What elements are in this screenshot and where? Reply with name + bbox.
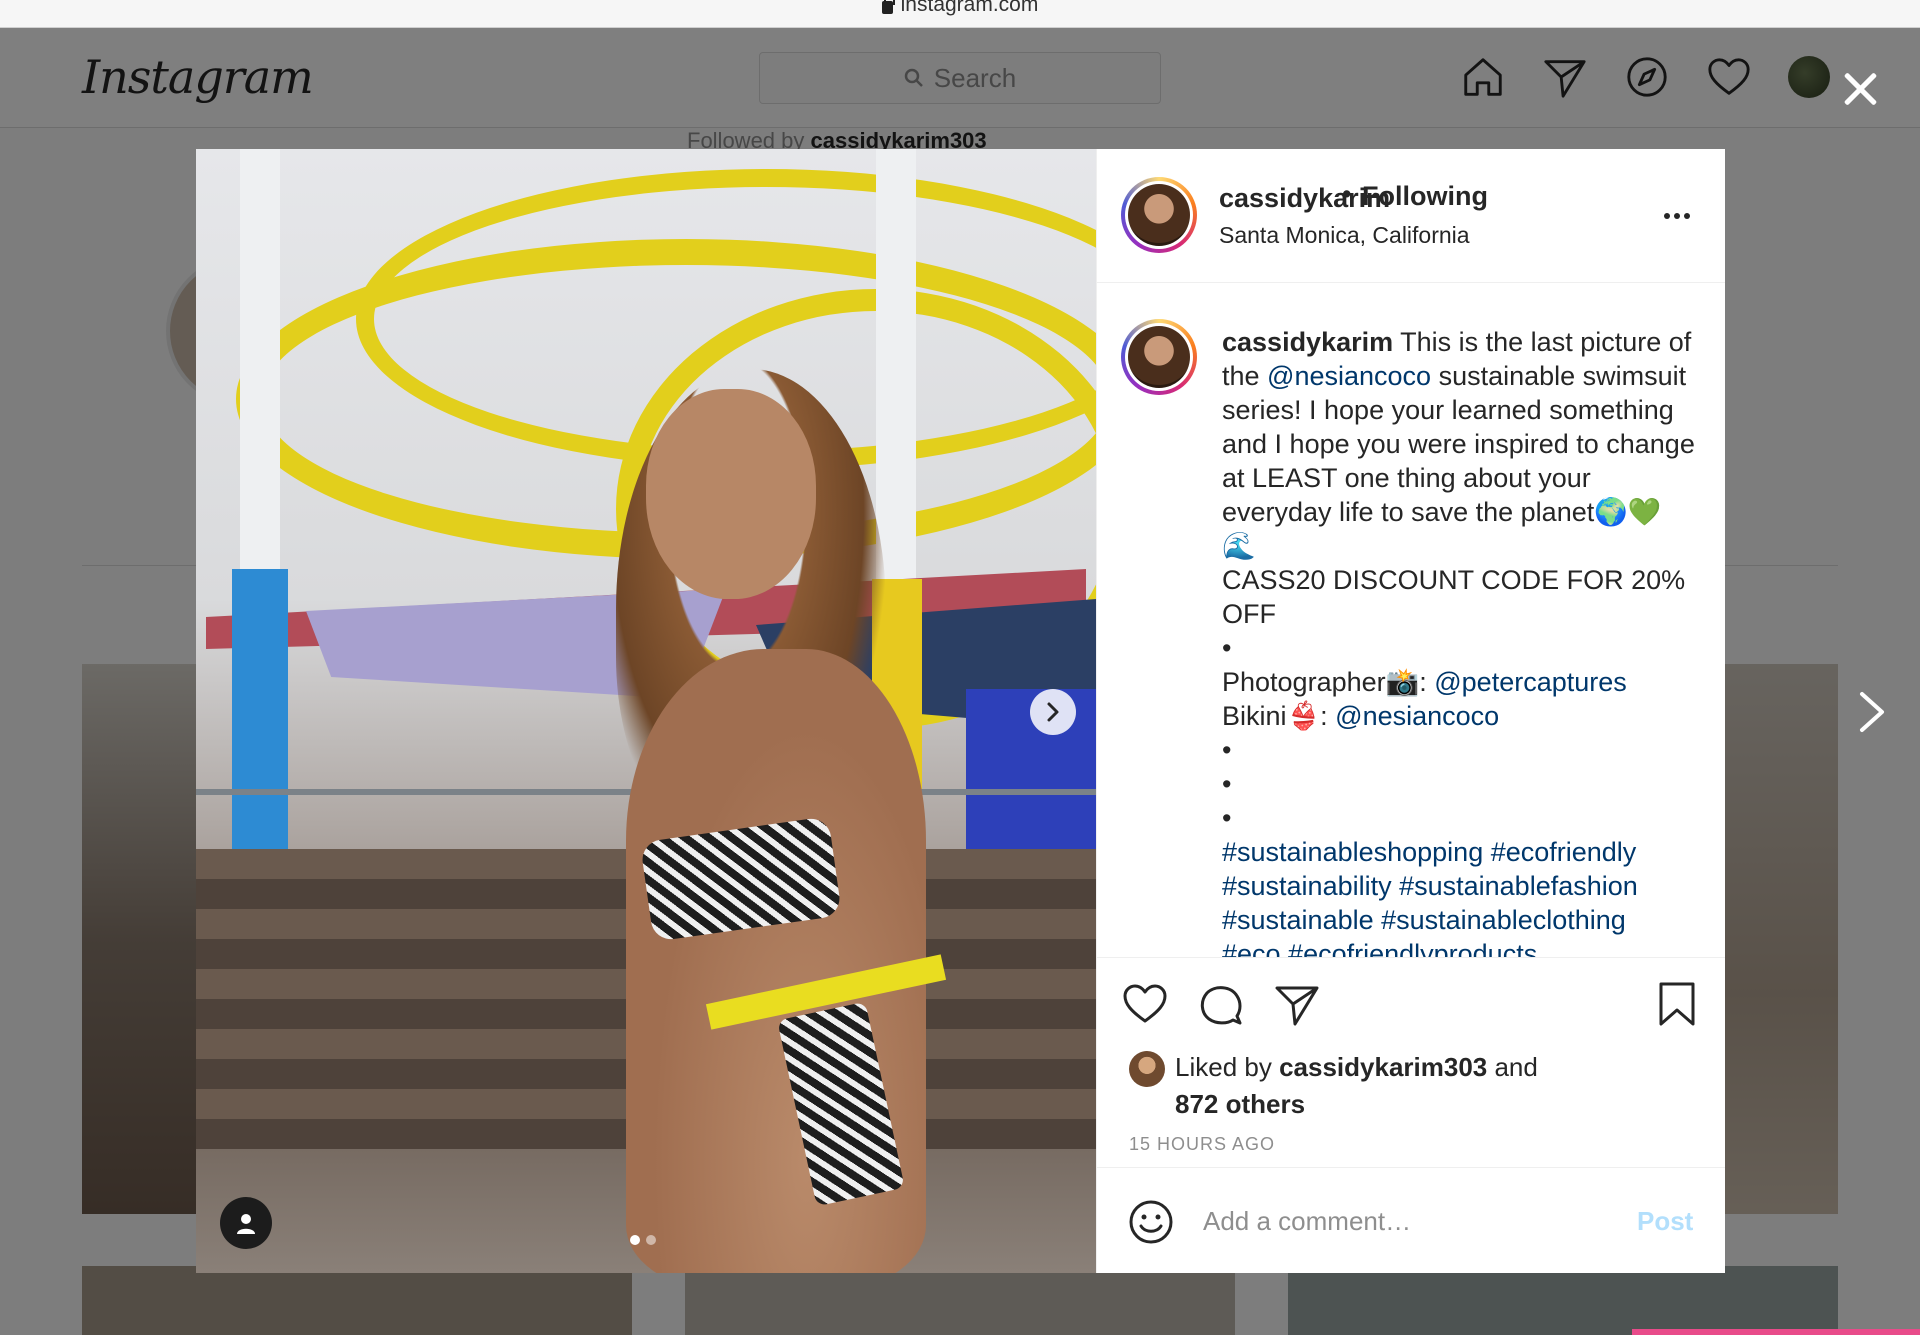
author-avatar[interactable]: [1121, 177, 1197, 253]
post-location[interactable]: Santa Monica, California: [1219, 222, 1470, 249]
like-heart-icon[interactable]: [1121, 980, 1169, 1028]
url-display[interactable]: instagram.com: [881, 0, 1039, 16]
carousel-dot: [646, 1235, 656, 1245]
separator-dot: •: [1342, 179, 1352, 209]
likes-others[interactable]: 872 others: [1129, 1087, 1538, 1121]
close-modal-button[interactable]: [1840, 68, 1880, 108]
bikini-mention[interactable]: @nesiancoco: [1335, 701, 1499, 731]
post-header: cassidykarim • Following Santa Monica, C…: [1097, 149, 1725, 283]
carousel-dot-active: [630, 1235, 640, 1245]
likes-prefix: Liked by: [1175, 1052, 1280, 1082]
more-dot: [1664, 213, 1670, 219]
chevron-right-icon: [1047, 702, 1059, 722]
tagged-users-button[interactable]: [220, 1197, 272, 1249]
pink-banner-edge: [1632, 1329, 1920, 1335]
likes-suffix: and: [1487, 1052, 1538, 1082]
liker-username[interactable]: cassidykarim303: [1279, 1052, 1487, 1082]
post-timestamp[interactable]: 15 HOURS AGO: [1129, 1134, 1275, 1155]
lock-icon: [881, 0, 895, 14]
caption-username[interactable]: cassidykarim: [1222, 327, 1393, 357]
following-button[interactable]: Following: [1362, 181, 1488, 212]
carousel-indicator: [630, 1235, 656, 1245]
subject-head: [646, 389, 816, 599]
bikini-label: Bikini👙:: [1222, 701, 1336, 731]
photo-subject: [596, 369, 947, 1273]
caption-bullet: •: [1222, 769, 1232, 799]
more-options-button[interactable]: [1664, 213, 1690, 219]
caption-bullet: •: [1222, 803, 1232, 833]
action-icons: [1121, 980, 1321, 1028]
comments-area[interactable]: cassidykarim This is the last picture of…: [1097, 283, 1725, 957]
post-photo[interactable]: [196, 149, 1096, 1273]
post-modal: cassidykarim • Following Santa Monica, C…: [196, 149, 1725, 1273]
caption-author-avatar[interactable]: [1121, 319, 1197, 395]
mention-link[interactable]: @nesiancoco: [1267, 361, 1431, 391]
post-caption: cassidykarim This is the last picture of…: [1222, 325, 1707, 957]
share-icon[interactable]: [1273, 980, 1321, 1028]
caption-bullet: •: [1222, 633, 1232, 663]
more-dot: [1674, 213, 1680, 219]
photographer-label: Photographer📸:: [1222, 667, 1435, 697]
hashtag-line[interactable]: #sustainableshopping #ecofriendly: [1222, 835, 1707, 869]
likes-summary[interactable]: Liked by cassidykarim303 and 872 others: [1129, 1050, 1538, 1121]
save-button[interactable]: [1653, 980, 1701, 1033]
post-comment-button[interactable]: Post: [1637, 1206, 1693, 1237]
comment-form: Post: [1097, 1167, 1725, 1273]
photographer-mention[interactable]: @petercaptures: [1434, 667, 1627, 697]
discount-code-line: CASS20 DISCOUNT CODE FOR 20% OFF: [1222, 565, 1686, 629]
emoji-button[interactable]: [1127, 1198, 1175, 1251]
comment-icon[interactable]: [1197, 980, 1245, 1028]
post-side-panel: cassidykarim • Following Santa Monica, C…: [1096, 149, 1725, 1273]
post-actions: Liked by cassidykarim303 and 872 others …: [1097, 957, 1725, 1165]
hashtag-line[interactable]: #sustainability #sustainablefashion: [1222, 869, 1707, 903]
comment-input[interactable]: [1203, 1198, 1603, 1244]
browser-url-bar[interactable]: instagram.com: [0, 0, 1920, 28]
liker-avatar[interactable]: [1129, 1051, 1165, 1088]
more-dot: [1684, 213, 1690, 219]
user-tag-icon: [237, 1214, 255, 1234]
caption-emoji-line: 🌊: [1222, 531, 1256, 561]
url-text: instagram.com: [900, 0, 1039, 16]
hashtag-line[interactable]: #eco #ecofriendlyproducts: [1222, 937, 1707, 957]
carousel-next-button[interactable]: [1030, 689, 1076, 735]
support-pole-blue: [232, 569, 288, 869]
next-post-arrow-icon[interactable]: [1858, 690, 1886, 734]
caption-bullet: •: [1222, 735, 1232, 765]
emoji-smiley-icon: [1129, 1200, 1173, 1244]
hashtag-line[interactable]: #sustainable #sustainableclothing: [1222, 903, 1707, 937]
bookmark-icon: [1659, 982, 1695, 1026]
